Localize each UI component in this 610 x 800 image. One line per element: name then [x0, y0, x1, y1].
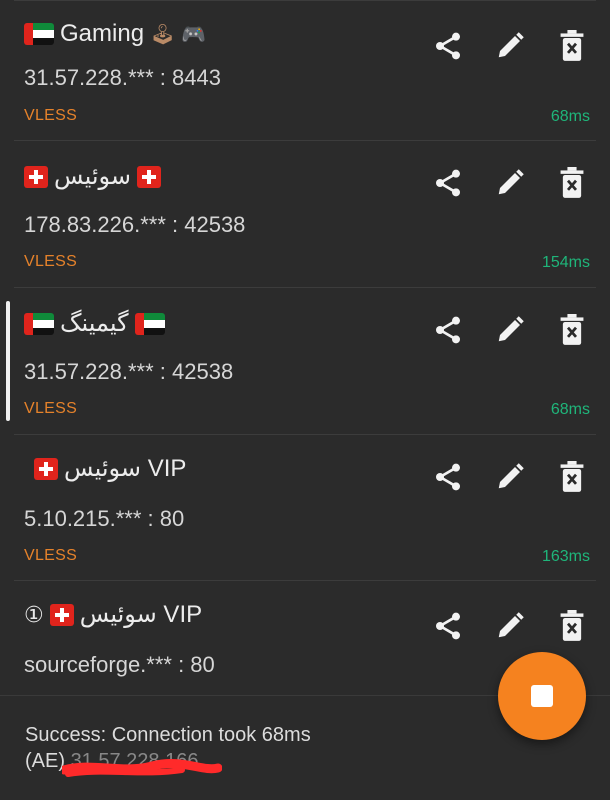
latency-label: 163ms — [541, 548, 590, 565]
server-item-4[interactable]: سوئیس VIP 5.10.215.*** : 80 VLESS 163ms — [0, 434, 610, 580]
redaction-scribble — [62, 758, 222, 777]
divider — [14, 140, 596, 141]
server-actions — [430, 28, 590, 64]
share-icon[interactable] — [430, 165, 466, 201]
server-name: سوئیس VIP — [34, 454, 186, 483]
server-name-text: گیمینگ — [60, 310, 129, 337]
protocol-label: VLESS — [24, 547, 78, 564]
trash-icon[interactable] — [554, 459, 590, 495]
server-name-text: سوئیس VIP — [64, 455, 187, 482]
pencil-icon[interactable] — [492, 28, 528, 64]
server-actions — [430, 608, 590, 644]
server-actions — [430, 459, 590, 495]
stop-connection-fab[interactable] — [498, 652, 586, 740]
uae-flag-icon — [24, 312, 54, 335]
trash-icon[interactable] — [554, 312, 590, 348]
switzerland-flag-icon — [49, 603, 74, 626]
divider — [14, 0, 596, 1]
circled-number: ① — [24, 601, 44, 627]
protocol-label: VLESS — [24, 107, 78, 124]
trash-icon[interactable] — [554, 608, 590, 644]
server-actions — [430, 165, 590, 201]
server-name-text: سوئیس — [54, 163, 132, 190]
uae-flag-icon — [24, 23, 54, 45]
pencil-icon[interactable] — [492, 608, 528, 644]
protocol-label: VLESS — [24, 253, 78, 270]
pencil-icon[interactable] — [492, 165, 528, 201]
share-icon[interactable] — [430, 459, 466, 495]
switzerland-flag-icon — [137, 165, 162, 188]
country-code: (AE) — [25, 750, 65, 772]
switzerland-flag-icon — [34, 457, 58, 480]
pencil-icon[interactable] — [492, 312, 528, 348]
server-item-1[interactable]: Gaming 🕹 🎮 31.57.228.*** : 8443 VLESS 68… — [0, 0, 610, 146]
selected-indicator — [6, 301, 10, 421]
server-name: Gaming 🕹 🎮 — [24, 20, 206, 48]
server-address: 178.83.226.*** : 42538 — [24, 212, 246, 237]
server-item-2[interactable]: سوئیس 178.83.226.*** : 42538 VLESS 154ms — [0, 140, 610, 286]
share-icon[interactable] — [430, 312, 466, 348]
protocol-label: VLESS — [24, 400, 78, 417]
server-address: 31.57.228.*** : 8443 — [24, 65, 221, 90]
switzerland-flag-icon — [24, 165, 48, 188]
pencil-icon[interactable] — [492, 459, 528, 495]
server-address: sourceforge.*** : 80 — [24, 652, 215, 677]
latency-label: 154ms — [541, 254, 590, 271]
server-name: گیمینگ — [24, 309, 165, 338]
divider — [14, 287, 596, 288]
joystick-gamepad-icon: 🕹 🎮 — [150, 23, 206, 46]
server-address: 31.57.228.*** : 42538 — [24, 359, 234, 384]
server-name: ① سوئیس VIP — [24, 600, 202, 629]
uae-flag-icon — [134, 312, 165, 335]
status-message: Success: Connection took 68ms — [25, 724, 311, 746]
latency-label: 68ms — [550, 108, 590, 125]
share-icon[interactable] — [430, 608, 466, 644]
server-item-3[interactable]: گیمینگ 31.57.228.*** : 42538 VLESS 68ms — [0, 287, 610, 433]
server-name-text: Gaming — [60, 20, 145, 47]
divider — [14, 434, 596, 435]
stop-icon — [531, 685, 553, 707]
server-name: سوئیس — [24, 162, 162, 191]
server-name-text: سوئیس VIP — [79, 601, 203, 628]
latency-label: 68ms — [550, 401, 590, 418]
server-actions — [430, 312, 590, 348]
share-icon[interactable] — [430, 28, 466, 64]
trash-icon[interactable] — [554, 165, 590, 201]
server-address: 5.10.215.*** : 80 — [24, 506, 185, 531]
trash-icon[interactable] — [554, 28, 590, 64]
divider — [14, 580, 596, 581]
